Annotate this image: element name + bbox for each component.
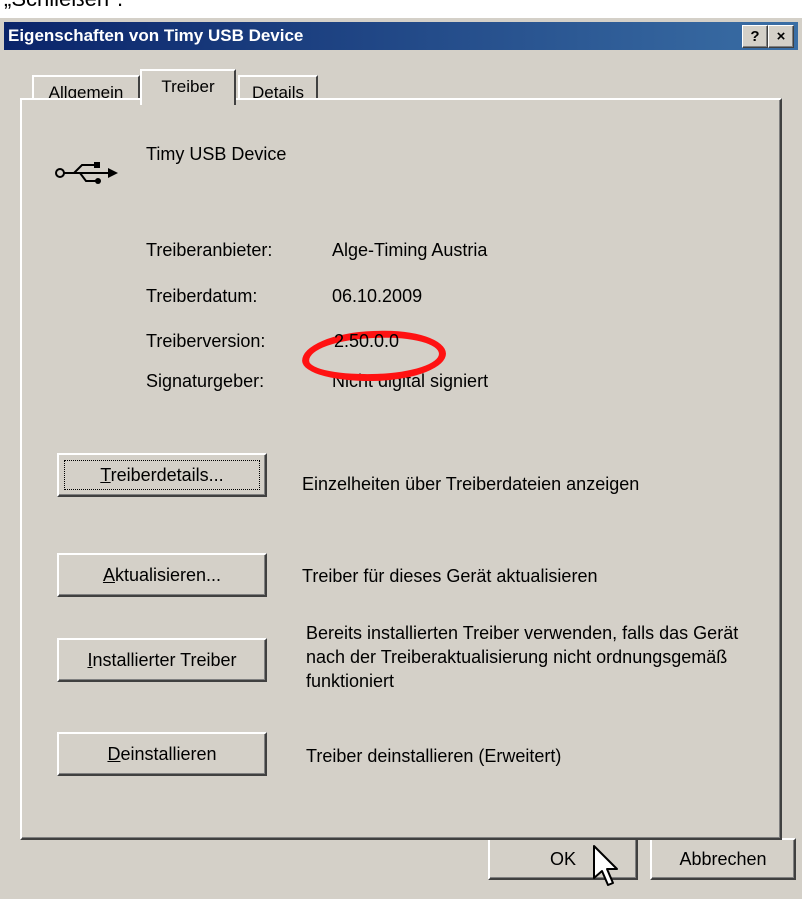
window-title: Eigenschaften von Timy USB Device: [8, 26, 304, 45]
driver-provider-value: Alge-Timing Austria: [332, 240, 488, 260]
button-label: reiberdetails...: [110, 465, 224, 485]
driver-details-button[interactable]: Treiberdetails...: [57, 453, 267, 497]
caption-text: „Schließen".: [4, 0, 123, 12]
uninstall-button[interactable]: Deinstallieren: [57, 732, 267, 776]
driver-version-label: Treiberversion:: [146, 331, 266, 351]
accel-key: T: [100, 465, 111, 485]
cancel-button[interactable]: Abbrechen: [650, 838, 796, 880]
driver-date-label: Treiberdatum:: [146, 286, 258, 306]
driver-version-value: 2.50.0.0: [334, 331, 400, 351]
title-bar[interactable]: Eigenschaften von Timy USB Device ? ×: [4, 22, 798, 50]
rollback-driver-button[interactable]: Installierter Treiber: [57, 638, 267, 682]
properties-dialog: Eigenschaften von Timy USB Device ? × Al…: [0, 18, 802, 899]
driver-date-value: 06.10.2009: [332, 286, 423, 306]
button-label: ktualisieren...: [114, 565, 222, 585]
update-driver-button[interactable]: Aktualisieren...: [57, 553, 267, 597]
mouse-cursor-icon: [592, 844, 620, 893]
tab-treiber[interactable]: Treiber: [140, 69, 236, 105]
button-label: nstallierter Treiber: [92, 650, 237, 670]
accel-key: D: [107, 744, 121, 764]
help-button[interactable]: ?: [742, 25, 768, 48]
close-button[interactable]: ×: [768, 25, 794, 48]
uninstall-description: Treiber deinstallieren (Erweitert): [306, 746, 562, 766]
rollback-driver-description: Bereits installierten Treiber verwenden,…: [306, 623, 739, 691]
driver-details-description: Einzelheiten über Treiberdateien anzeige…: [302, 474, 640, 494]
driver-provider-label: Treiberanbieter:: [146, 240, 273, 260]
accel-key: A: [102, 565, 115, 585]
device-name: Timy USB Device: [146, 144, 287, 164]
update-driver-description: Treiber für dieses Gerät aktualisieren: [302, 566, 598, 586]
usb-icon: [52, 158, 122, 188]
signer-label: Signaturgeber:: [146, 371, 265, 391]
button-label: einstallieren: [120, 744, 217, 764]
